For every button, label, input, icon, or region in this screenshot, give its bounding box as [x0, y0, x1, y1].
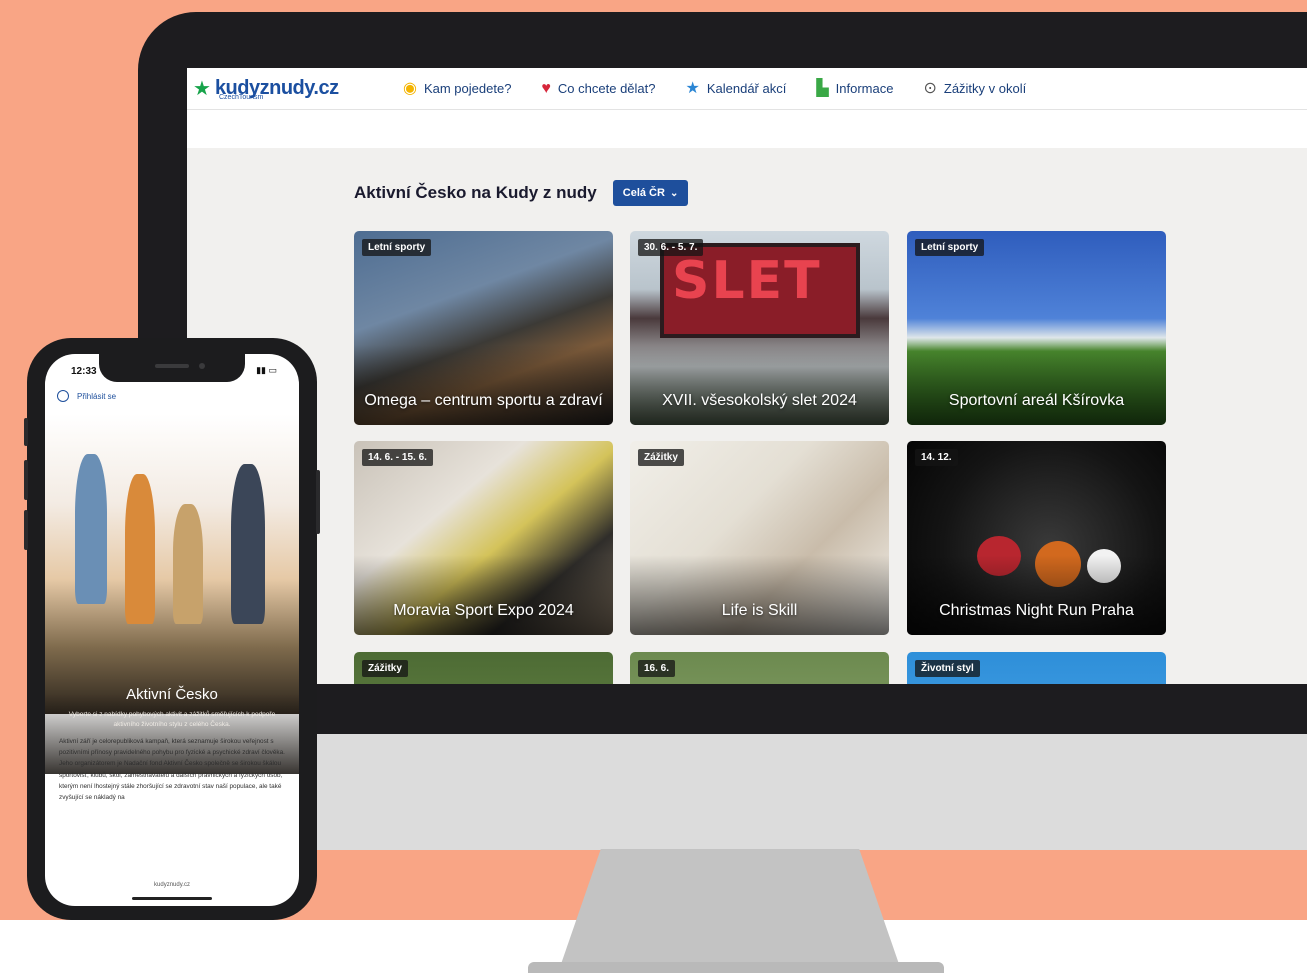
card-title: Sportovní areál Kšírovka: [948, 392, 1125, 409]
slet-billboard-text: SLET: [672, 251, 822, 311]
site-logo[interactable]: ★ kudyznudy.cz CzechTourism: [193, 77, 403, 101]
hero-image: Aktivní Česko Vyberte si z nabídky pohyb…: [45, 414, 299, 774]
jumping-person-shape: [231, 464, 265, 624]
phone-side-button: [24, 460, 28, 500]
event-card[interactable]: SLET 30. 6. - 5. 7. XVII. všesokolský sl…: [630, 231, 889, 425]
card-overlay: [907, 555, 1166, 635]
status-time: 12:33: [71, 366, 97, 377]
nav-item-calendar[interactable]: ★ Kalendář akcí: [685, 79, 787, 97]
card-title: Christmas Night Run Praha: [939, 602, 1134, 619]
card-badge: 30. 6. - 5. 7.: [638, 239, 704, 256]
speaker-grille: [155, 364, 189, 368]
star-icon: ★: [685, 79, 700, 97]
event-card[interactable]: Zážitky Life is Skill: [630, 441, 889, 635]
monitor-stand-base: [528, 962, 944, 973]
compass-icon: ⊙: [923, 79, 937, 97]
monitor-stand-neck: [560, 849, 900, 967]
card-badge: 14. 6. - 15. 6.: [362, 449, 433, 466]
event-card[interactable]: Životní styl: [907, 652, 1166, 684]
login-link[interactable]: Přihlásit se: [57, 390, 116, 402]
nav-item-activities[interactable]: ♥ Co chcete dělat?: [541, 79, 656, 97]
smartphone: 12:33 ▮▮ ▭ Přihlásit se Aktivní Česko Vy…: [24, 338, 320, 920]
event-card[interactable]: 16. 6.: [630, 652, 889, 684]
phone-side-button: [24, 418, 28, 446]
nav-item-destinations[interactable]: ◉ Kam pojedete?: [403, 79, 512, 97]
location-pin-icon: ◉: [403, 79, 417, 97]
user-icon: [57, 390, 69, 402]
card-badge: Letní sporty: [362, 239, 432, 256]
card-badge: 16. 6.: [638, 660, 676, 677]
event-card[interactable]: Letní sporty Sportovní areál Kšírovka: [907, 231, 1166, 425]
page-title: Aktivní Česko na Kudy z nudy: [354, 183, 597, 202]
login-label: Přihlásit se: [77, 391, 117, 401]
card-overlay: [354, 345, 613, 425]
card-badge: Letní sporty: [915, 239, 985, 256]
nav-item-info[interactable]: ▙ Informace: [816, 79, 894, 97]
nav-item-label: Kalendář akcí: [706, 81, 787, 96]
phone-side-button: [316, 470, 320, 534]
hero-description: Vyberte si z nabídky pohybových aktivit …: [68, 711, 276, 728]
logo-subtitle: CzechTourism: [219, 94, 264, 101]
phone-side-button: [24, 510, 28, 550]
nav-item-label: Informace: [835, 81, 894, 96]
phone-notch: [99, 354, 245, 382]
chevron-down-icon: ⌄: [669, 187, 679, 199]
phone-screen: 12:33 ▮▮ ▭ Přihlásit se Aktivní Česko Vy…: [45, 354, 299, 906]
card-overlay: [907, 345, 1166, 425]
card-badge: Životní styl: [915, 660, 980, 677]
card-overlay: [630, 555, 889, 635]
hero-title: Aktivní Česko: [126, 686, 218, 703]
nav-spacer: [187, 110, 1307, 148]
logo-star-icon: ★: [193, 77, 211, 100]
nav-item-label: Co chcete dělat?: [557, 81, 656, 96]
card-title: Life is Skill: [721, 602, 798, 619]
region-dropdown-button[interactable]: Celá ČR ⌄: [612, 180, 689, 206]
region-button-label: Celá ČR: [622, 187, 665, 199]
card-overlay: [354, 555, 613, 635]
nav-item-label: Kam pojedete?: [423, 81, 512, 96]
jumping-person-shape: [125, 474, 155, 624]
card-badge: 14. 12.: [915, 449, 958, 466]
card-badge: Zážitky: [638, 449, 684, 466]
jumping-person-shape: [75, 454, 107, 604]
camera-icon: [199, 363, 205, 369]
info-chart-icon: ▙: [816, 79, 829, 97]
card-badge: Zážitky: [362, 660, 408, 677]
event-card[interactable]: Letní sporty Omega – centrum sportu a zd…: [354, 231, 613, 425]
browser-url[interactable]: kudyznudy.cz: [45, 882, 299, 888]
card-title: XVII. všesokolský slet 2024: [662, 392, 857, 409]
nav-item-nearby[interactable]: ⊙ Zážitky v okolí: [923, 79, 1027, 97]
section-header: Aktivní Česko na Kudy z nudy Celá ČR ⌄: [354, 180, 689, 206]
card-title: Omega – centrum sportu a zdraví: [364, 392, 603, 409]
event-card[interactable]: Zážitky: [354, 652, 613, 684]
card-title: Moravia Sport Expo 2024: [393, 602, 574, 619]
heart-icon: ♥: [541, 79, 551, 97]
article-text: Aktivní září je celorepubliková kampaň, …: [59, 738, 285, 802]
event-card[interactable]: 14. 6. - 15. 6. Moravia Sport Expo 2024: [354, 441, 613, 635]
home-indicator: [132, 897, 212, 900]
event-card[interactable]: 14. 12. Christmas Night Run Praha: [907, 441, 1166, 635]
nav-item-label: Zážitky v okolí: [943, 81, 1027, 96]
top-navigation: ★ kudyznudy.cz CzechTourism ◉ Kam pojede…: [187, 68, 1307, 110]
card-overlay: [630, 345, 889, 425]
jumping-person-shape: [173, 504, 203, 624]
battery-icon: ▮▮ ▭: [256, 365, 277, 375]
desktop-screen: ★ kudyznudy.cz CzechTourism ◉ Kam pojede…: [187, 68, 1307, 684]
